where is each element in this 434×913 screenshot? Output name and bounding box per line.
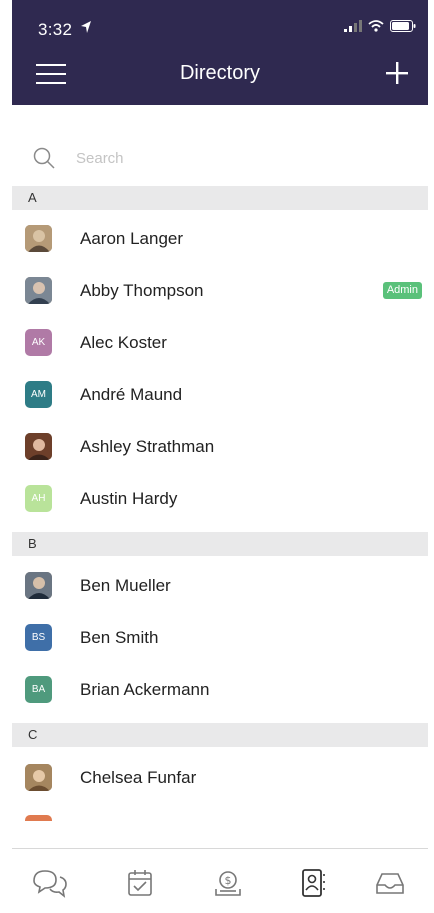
plus-icon <box>382 62 412 92</box>
tab-calendar[interactable] <box>122 865 158 901</box>
wifi-icon <box>368 19 384 37</box>
search-icon <box>32 146 56 170</box>
status-bar: 3:32 <box>12 0 428 48</box>
header: 3:32 Directory <box>12 0 428 105</box>
avatar <box>25 433 52 460</box>
search-bar <box>12 140 428 178</box>
tab-chat[interactable] <box>30 865 67 901</box>
nav-bar: Directory <box>12 50 428 100</box>
location-arrow-icon <box>80 20 92 39</box>
list-item-partial[interactable] <box>25 815 52 821</box>
money-bag-icon: $ <box>210 871 246 905</box>
avatar <box>25 225 52 252</box>
status-time: 3:32 <box>38 20 73 39</box>
list-item-austin-hardy[interactable]: AH Austin Hardy <box>12 474 428 524</box>
list-item-ashley-strathman[interactable]: Ashley Strathman <box>12 422 428 472</box>
avatar: BA <box>25 676 52 703</box>
section-header-c: C <box>12 723 428 747</box>
list-item-aaron-langer[interactable]: Aaron Langer <box>12 214 428 264</box>
inbox-icon <box>372 873 408 905</box>
contact-name: André Maund <box>80 385 183 404</box>
contact-name: Chelsea Funfar <box>80 768 197 787</box>
tab-payments[interactable]: $ <box>210 865 246 901</box>
list-item-ben-mueller[interactable]: Ben Mueller <box>12 561 428 611</box>
chat-icon <box>30 870 68 905</box>
list-item-ben-smith[interactable]: BS Ben Smith <box>12 613 428 663</box>
search-input[interactable] <box>76 144 396 172</box>
avatar <box>25 764 52 791</box>
app-screen: 3:32 Directory Search A Aaron Langer Abb… <box>0 0 434 913</box>
avatar: AH <box>25 485 52 512</box>
signal-icon <box>344 19 362 37</box>
contact-name: Ben Mueller <box>80 576 171 595</box>
section-header-b: B <box>12 532 428 556</box>
avatar: AM <box>25 381 52 408</box>
tab-bar: $ <box>12 848 428 913</box>
add-contact-button[interactable] <box>382 58 412 88</box>
contact-name: Abby Thompson <box>80 281 204 300</box>
list-item-abby-thompson[interactable]: Abby Thompson Admin <box>12 266 428 316</box>
svg-text:$: $ <box>225 874 232 887</box>
status-icons <box>344 19 416 37</box>
avatar <box>25 277 52 304</box>
page-title: Directory <box>179 62 260 84</box>
tab-contacts[interactable] <box>294 865 330 901</box>
list-item-brian-ackermann[interactable]: BA Brian Ackermann <box>12 665 428 715</box>
list-item-andre-maund[interactable]: AM André Maund <box>12 370 428 420</box>
contact-name: Alec Koster <box>80 333 167 352</box>
battery-icon <box>390 19 416 37</box>
calendar-icon <box>122 870 158 905</box>
contacts-icon <box>294 869 330 905</box>
contact-name: Ben Smith <box>80 628 159 647</box>
contact-name: Brian Ackermann <box>80 680 210 699</box>
tab-inbox[interactable] <box>372 865 408 901</box>
avatar <box>25 572 52 599</box>
contact-name: Ashley Strathman <box>80 437 215 456</box>
list-item-chelsea-funfar[interactable]: Chelsea Funfar <box>12 753 428 803</box>
list-item-alec-koster[interactable]: AK Alec Koster <box>12 318 428 368</box>
avatar: AK <box>25 329 52 356</box>
admin-badge: Admin <box>382 282 422 299</box>
avatar: BS <box>25 624 52 651</box>
contact-name: Austin Hardy <box>80 489 178 508</box>
section-header-a: A <box>12 186 428 210</box>
contact-name: Aaron Langer <box>80 229 184 248</box>
